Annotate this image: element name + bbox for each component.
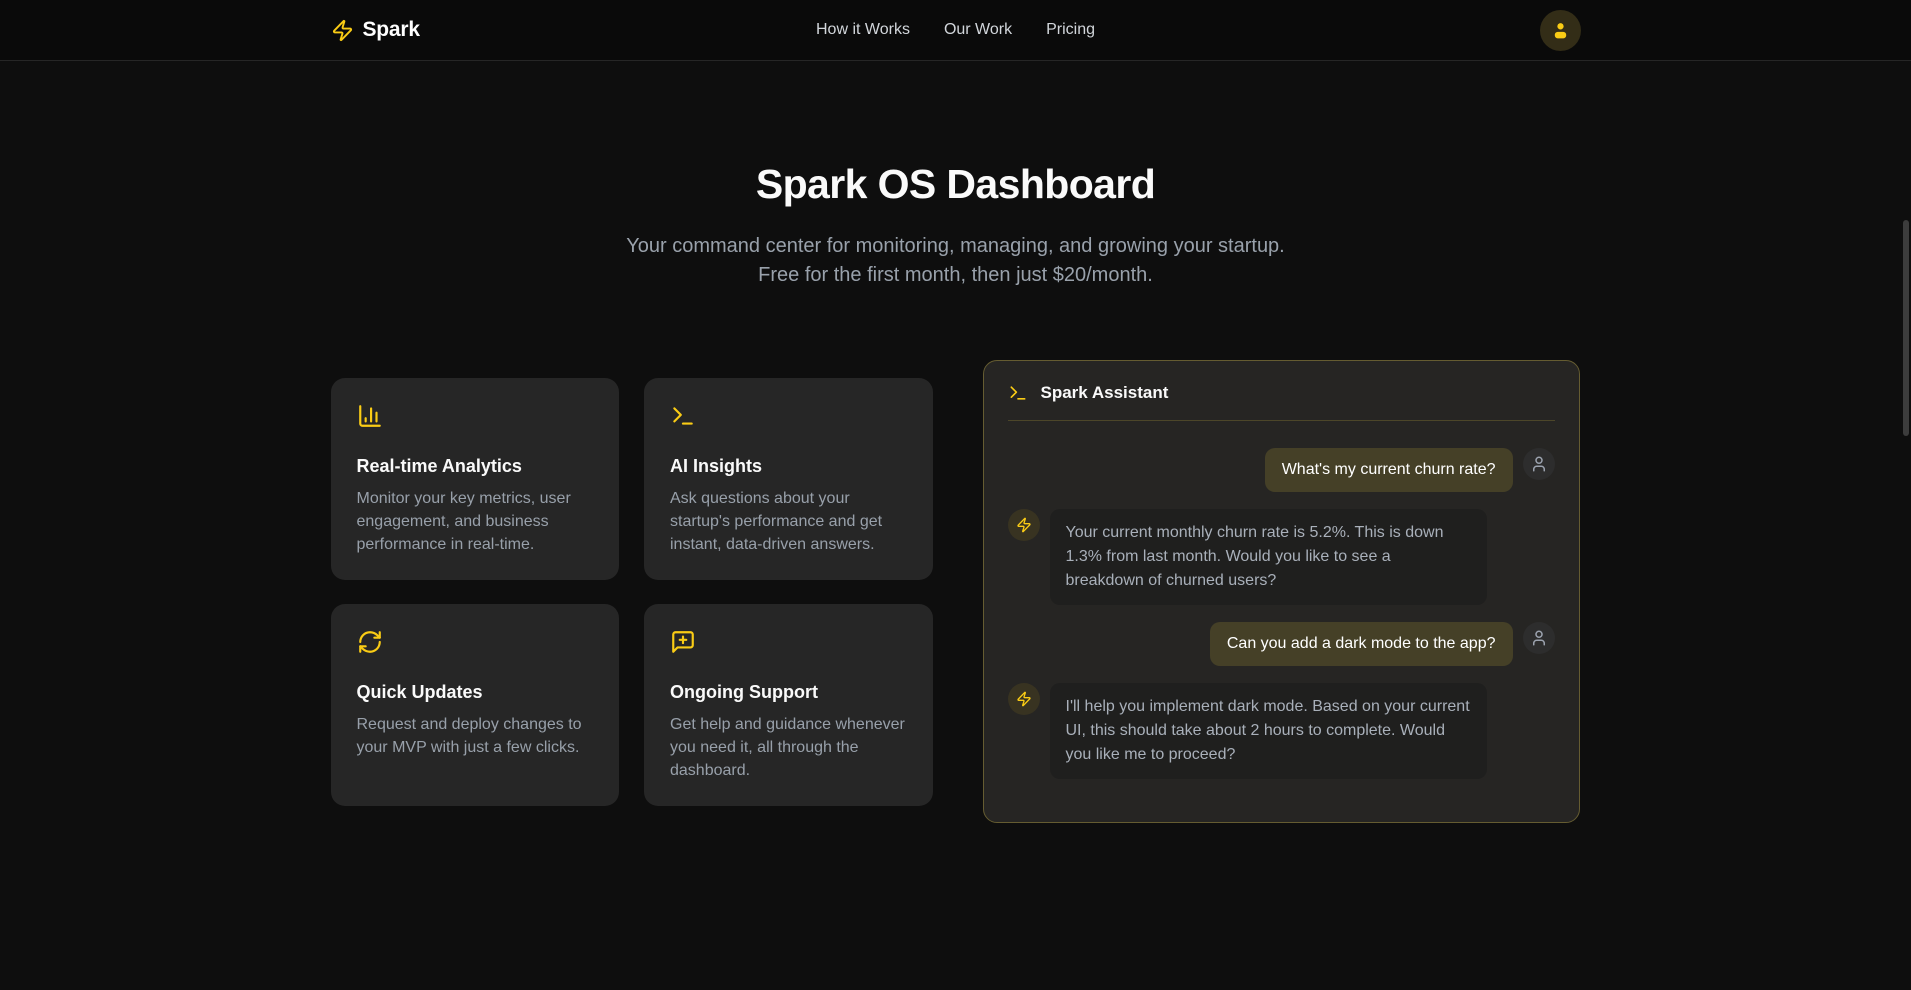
user-icon (1530, 629, 1548, 647)
chat-message-user: What's my current churn rate? (1008, 448, 1555, 492)
page-subtitle: Your command center for monitoring, mana… (618, 232, 1294, 290)
feature-card-ongoing-support: Ongoing Support Get help and guidance wh… (644, 604, 933, 806)
chat-message-assistant: Your current monthly churn rate is 5.2%.… (1008, 509, 1555, 605)
terminal-icon (670, 403, 696, 429)
feature-title: Real-time Analytics (357, 456, 594, 477)
user-avatar-button[interactable] (1540, 10, 1581, 51)
user-icon (1550, 20, 1571, 41)
chat-bubble: What's my current churn rate? (1265, 448, 1513, 492)
zap-icon (1016, 691, 1032, 707)
assistant-chat-avatar (1008, 683, 1040, 715)
feature-card-quick-updates: Quick Updates Request and deploy changes… (331, 604, 620, 806)
feature-description: Monitor your key metrics, user engagemen… (357, 487, 594, 556)
nav-link-our-work[interactable]: Our Work (944, 21, 1012, 39)
chart-column-icon (357, 403, 383, 429)
chat-bubble: I'll help you implement dark mode. Based… (1050, 683, 1487, 779)
main-content: Real-time Analytics Monitor your key met… (331, 360, 1581, 823)
page-title: Spark OS Dashboard (0, 162, 1911, 207)
user-icon (1530, 455, 1548, 473)
main-nav: How it Works Our Work Pricing (816, 21, 1095, 39)
chat-messages: What's my current churn rate? Your curre… (984, 421, 1579, 806)
message-square-plus-icon (670, 629, 696, 655)
chat-message-assistant: I'll help you implement dark mode. Based… (1008, 683, 1555, 779)
assistant-panel-header: Spark Assistant (984, 361, 1579, 420)
feature-description: Get help and guidance whenever you need … (670, 713, 907, 782)
terminal-icon (1008, 383, 1028, 403)
feature-card-ai-insights: AI Insights Ask questions about your sta… (644, 378, 933, 580)
refresh-icon (357, 629, 383, 655)
chat-bubble: Your current monthly churn rate is 5.2%.… (1050, 509, 1487, 605)
feature-title: AI Insights (670, 456, 907, 477)
feature-title: Quick Updates (357, 682, 594, 703)
assistant-panel: Spark Assistant What's my current churn … (983, 360, 1580, 823)
nav-link-pricing[interactable]: Pricing (1046, 21, 1095, 39)
zap-icon (1016, 517, 1032, 533)
feature-description: Ask questions about your startup's perfo… (670, 487, 907, 556)
feature-card-realtime-analytics: Real-time Analytics Monitor your key met… (331, 378, 620, 580)
page-scrollbar (1901, 0, 1911, 990)
user-chat-avatar (1523, 448, 1555, 480)
nav-link-how-it-works[interactable]: How it Works (816, 21, 910, 39)
zap-icon (331, 19, 354, 42)
assistant-chat-avatar (1008, 509, 1040, 541)
chat-message-user: Can you add a dark mode to the app? (1008, 622, 1555, 666)
feature-title: Ongoing Support (670, 682, 907, 703)
scrollbar-thumb[interactable] (1903, 220, 1909, 436)
chat-bubble: Can you add a dark mode to the app? (1210, 622, 1513, 666)
navbar: Spark How it Works Our Work Pricing (0, 0, 1911, 61)
hero-section: Spark OS Dashboard Your command center f… (0, 61, 1911, 290)
features-grid: Real-time Analytics Monitor your key met… (331, 378, 933, 806)
assistant-panel-title: Spark Assistant (1041, 383, 1169, 403)
user-chat-avatar (1523, 622, 1555, 654)
brand-name: Spark (363, 18, 420, 42)
brand-logo[interactable]: Spark (331, 18, 420, 42)
feature-description: Request and deploy changes to your MVP w… (357, 713, 594, 759)
